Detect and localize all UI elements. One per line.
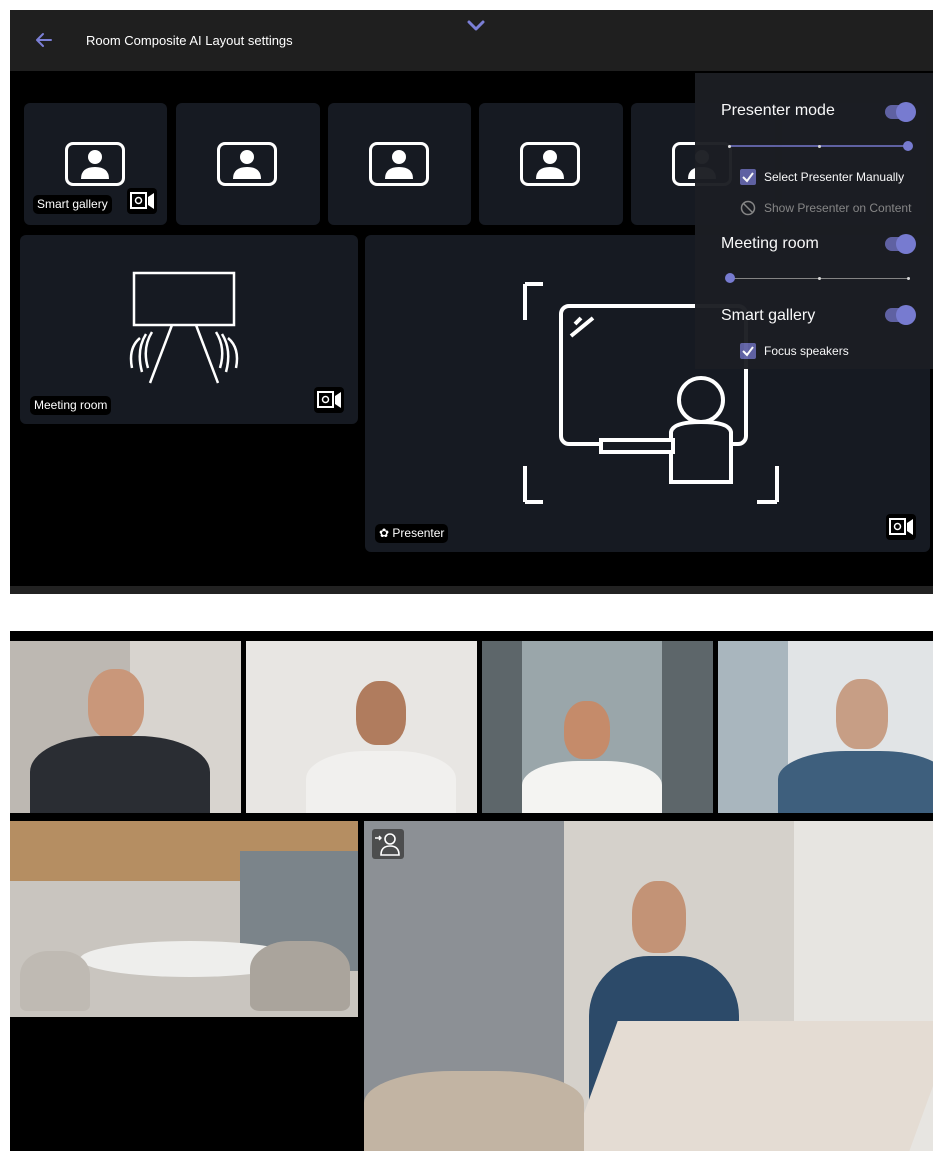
header-bar: Room Composite AI Layout settings — [10, 10, 933, 71]
gallery-tile: Smart gallery — [24, 103, 167, 225]
gallery-tile — [328, 103, 471, 225]
participant-video-tile — [482, 641, 713, 813]
meeting-room-option-label: Meeting room — [721, 235, 819, 252]
presenter-video-tile — [364, 821, 933, 1151]
focus-speakers-label: Focus speakers — [764, 344, 849, 358]
page-title: Room Composite AI Layout settings — [86, 33, 293, 48]
chevron-down-icon[interactable] — [467, 20, 485, 32]
layout-options-menu: Presenter mode Select Presenter Manually… — [695, 73, 933, 369]
presenter-label: ✿ Presenter — [375, 524, 449, 543]
select-presenter-manually-checkbox[interactable] — [740, 169, 756, 185]
meeting-room-slider-thumb[interactable] — [725, 273, 735, 283]
select-presenter-manually-label: Select Presenter Manually — [764, 170, 905, 184]
person-avatar-icon — [520, 142, 580, 186]
presenter-person-icon — [372, 829, 404, 859]
meeting-room-tile: Meeting room — [20, 235, 358, 424]
camera-settings-icon[interactable] — [886, 514, 916, 540]
camera-settings-icon[interactable] — [314, 387, 344, 413]
gallery-tile — [479, 103, 623, 225]
smart-gallery-toggle[interactable] — [885, 305, 916, 325]
gallery-tile — [176, 103, 320, 225]
video-composite — [10, 631, 933, 1151]
presenter-mode-toggle[interactable] — [885, 102, 916, 122]
smart-gallery-label: Smart gallery — [33, 195, 112, 214]
person-avatar-icon — [217, 142, 277, 186]
disabled-icon — [740, 200, 756, 216]
gear-icon: ✿ — [379, 526, 393, 540]
person-avatar-icon — [369, 142, 429, 186]
person-avatar-icon — [65, 142, 125, 186]
back-arrow-icon[interactable] — [34, 30, 54, 50]
smart-gallery-option-label: Smart gallery — [721, 307, 816, 324]
meeting-room-video-tile — [10, 821, 358, 1017]
participant-video-tile — [246, 641, 477, 813]
presenter-mode-slider-thumb[interactable] — [903, 141, 913, 151]
camera-settings-icon[interactable] — [127, 188, 157, 214]
meeting-table-icon — [129, 271, 239, 384]
meeting-room-toggle[interactable] — [885, 234, 916, 254]
focus-speakers-checkbox[interactable] — [740, 343, 756, 359]
presenter-mode-label: Presenter mode — [721, 102, 835, 119]
participant-video-tile — [718, 641, 933, 813]
meeting-room-label: Meeting room — [30, 396, 112, 415]
panel-footer — [10, 586, 933, 594]
show-presenter-on-content-label: Show Presenter on Content — [764, 201, 912, 215]
participant-video-tile — [10, 641, 241, 813]
